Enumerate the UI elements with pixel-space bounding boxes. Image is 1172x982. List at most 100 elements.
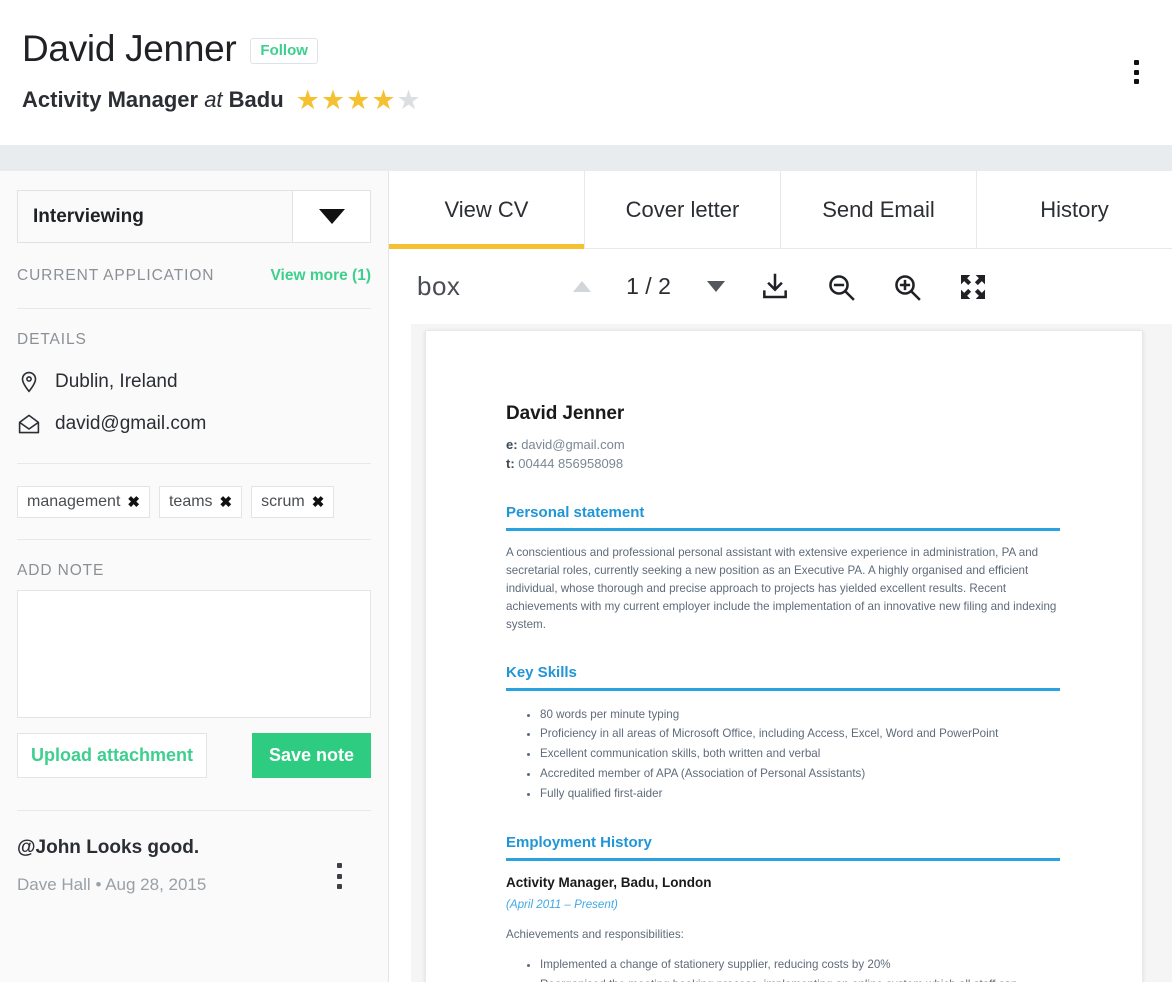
cv-key-skills-list: 80 words per minute typing Proficiency i… (540, 705, 1060, 805)
main-panel: View CV Cover letter Send Email History … (389, 171, 1172, 982)
document-stage[interactable]: David Jenner e: david@gmail.com t: 00444… (411, 324, 1172, 982)
detail-email: david@gmail.com (17, 403, 371, 445)
remove-tag-icon[interactable]: ✖ (127, 493, 140, 511)
candidate-profile-page: David Jenner Follow Activity Manager at … (0, 0, 1172, 982)
note-author: Dave Hall (17, 875, 91, 894)
star-icon-3[interactable]: ★ (346, 87, 370, 114)
page-title: David Jenner (22, 30, 236, 67)
cv-section-key-skills: Key Skills 80 words per minute typing Pr… (506, 664, 1060, 805)
tab-history[interactable]: History (977, 171, 1172, 249)
previous-page-icon[interactable] (573, 281, 591, 292)
save-note-button[interactable]: Save note (252, 733, 371, 778)
star-icon-4[interactable]: ★ (371, 87, 395, 114)
page-indicator: 1 / 2 (625, 273, 673, 300)
view-more-link[interactable]: View more (1) (270, 267, 371, 285)
kebab-dot (337, 874, 342, 879)
cv-job-title: Activity Manager, Badu, London (506, 875, 1060, 890)
cv-contact-block: e: david@gmail.com t: 00444 856958098 (506, 436, 1060, 474)
current-application-label: CURRENT APPLICATION (17, 267, 214, 285)
profile-header: David Jenner Follow Activity Manager at … (0, 0, 1172, 145)
cv-section-heading: Employment History (506, 834, 1060, 851)
tag-label: management (27, 493, 120, 511)
cv-achievements-label: Achievements and responsibilities: (506, 928, 1060, 941)
tab-cover-letter[interactable]: Cover letter (585, 171, 781, 249)
star-icon-5[interactable]: ★ (397, 87, 421, 114)
sidebar: Interviewing CURRENT APPLICATION View mo… (0, 171, 389, 982)
upload-attachment-button[interactable]: Upload attachment (17, 733, 207, 778)
candidate-name-row: David Jenner Follow (22, 30, 318, 67)
kebab-dot (1134, 70, 1139, 75)
details-label: DETAILS (17, 309, 371, 361)
cv-section-heading: Personal statement (506, 504, 1060, 521)
cv-achievements-list: Implemented a change of stationery suppl… (540, 955, 1060, 982)
candidate-role: Activity Manager at Badu (22, 87, 284, 113)
note-body: @John Looks good. (17, 837, 371, 859)
list-item: Reorganised the meeting booking process,… (540, 975, 1060, 982)
tag-chip[interactable]: management ✖ (17, 486, 150, 518)
cv-section-personal-statement: Personal statement A conscientious and p… (506, 504, 1060, 634)
list-item: Proficiency in all areas of Microsoft Of… (540, 724, 1060, 744)
cv-section-rule (506, 688, 1060, 691)
cv-email-line: e: david@gmail.com (506, 436, 1060, 455)
cv-content: David Jenner e: david@gmail.com t: 00444… (426, 331, 1142, 982)
chevron-down-icon[interactable] (292, 191, 370, 242)
cv-email-value: david@gmail.com (521, 437, 625, 452)
download-icon[interactable] (759, 271, 791, 303)
role-company: Badu (229, 87, 284, 112)
list-item: Excellent communication skills, both wri… (540, 744, 1060, 764)
cv-personal-statement-body: A conscientious and professional persona… (506, 544, 1060, 634)
detail-location: Dublin, Ireland (17, 361, 371, 403)
tag-label: teams (169, 493, 213, 511)
header-divider-band (0, 145, 1172, 171)
zoom-out-icon[interactable] (825, 271, 857, 303)
list-item: Fully qualified first-aider (540, 784, 1060, 804)
rating-stars[interactable]: ★ ★ ★ ★ ★ (296, 87, 421, 114)
document-viewer: box 1 / 2 (389, 249, 1172, 982)
cv-section-employment-history: Employment History Activity Manager, Bad… (506, 834, 1060, 982)
list-item: 80 words per minute typing (540, 705, 1060, 725)
next-page-icon[interactable] (707, 281, 725, 292)
remove-tag-icon[interactable]: ✖ (312, 493, 325, 511)
note-list-item: @John Looks good. Dave Hall • Aug 28, 20… (17, 811, 371, 895)
note-date: Aug 28, 2015 (105, 875, 206, 894)
tag-chip[interactable]: scrum ✖ (251, 486, 334, 518)
follow-button[interactable]: Follow (250, 38, 318, 64)
note-input-wrap[interactable] (17, 590, 371, 718)
cv-section-rule (506, 858, 1060, 861)
fullscreen-icon[interactable] (957, 271, 989, 303)
kebab-dot (337, 863, 342, 868)
role-title: Activity Manager (22, 87, 198, 112)
application-status-select[interactable]: Interviewing (17, 190, 371, 243)
caret-triangle (319, 209, 345, 224)
star-icon-2[interactable]: ★ (321, 87, 345, 114)
cv-page: David Jenner e: david@gmail.com t: 00444… (425, 330, 1143, 982)
kebab-dot (1134, 79, 1139, 84)
tab-send-email[interactable]: Send Email (781, 171, 977, 249)
more-options-kebab-icon[interactable] (1126, 58, 1146, 86)
note-separator: • (95, 875, 101, 894)
cv-phone-value: 00444 856958098 (518, 456, 623, 471)
email-value: david@gmail.com (55, 413, 206, 435)
note-textarea[interactable] (18, 591, 370, 717)
tag-label: scrum (261, 493, 305, 511)
tab-view-cv[interactable]: View CV (389, 171, 585, 249)
box-provider-logo: box (417, 271, 460, 302)
note-options-kebab-icon[interactable] (330, 863, 348, 889)
star-icon-1[interactable]: ★ (296, 87, 320, 114)
role-at-word: at (204, 87, 222, 112)
location-pin-icon (17, 370, 41, 394)
tag-chip[interactable]: teams ✖ (159, 486, 242, 518)
document-toolbar: box 1 / 2 (389, 249, 1172, 324)
envelope-icon (17, 412, 41, 436)
note-actions: Upload attachment Save note (17, 733, 371, 778)
kebab-dot (337, 884, 342, 889)
location-value: Dublin, Ireland (55, 371, 178, 393)
zoom-in-icon[interactable] (891, 271, 923, 303)
cv-section-rule (506, 528, 1060, 531)
remove-tag-icon[interactable]: ✖ (220, 493, 233, 511)
cv-section-heading: Key Skills (506, 664, 1060, 681)
kebab-dot (1134, 60, 1139, 65)
cv-phone-line: t: 00444 856958098 (506, 455, 1060, 474)
list-item: Implemented a change of stationery suppl… (540, 955, 1060, 975)
cv-phone-label: t: (506, 456, 515, 471)
